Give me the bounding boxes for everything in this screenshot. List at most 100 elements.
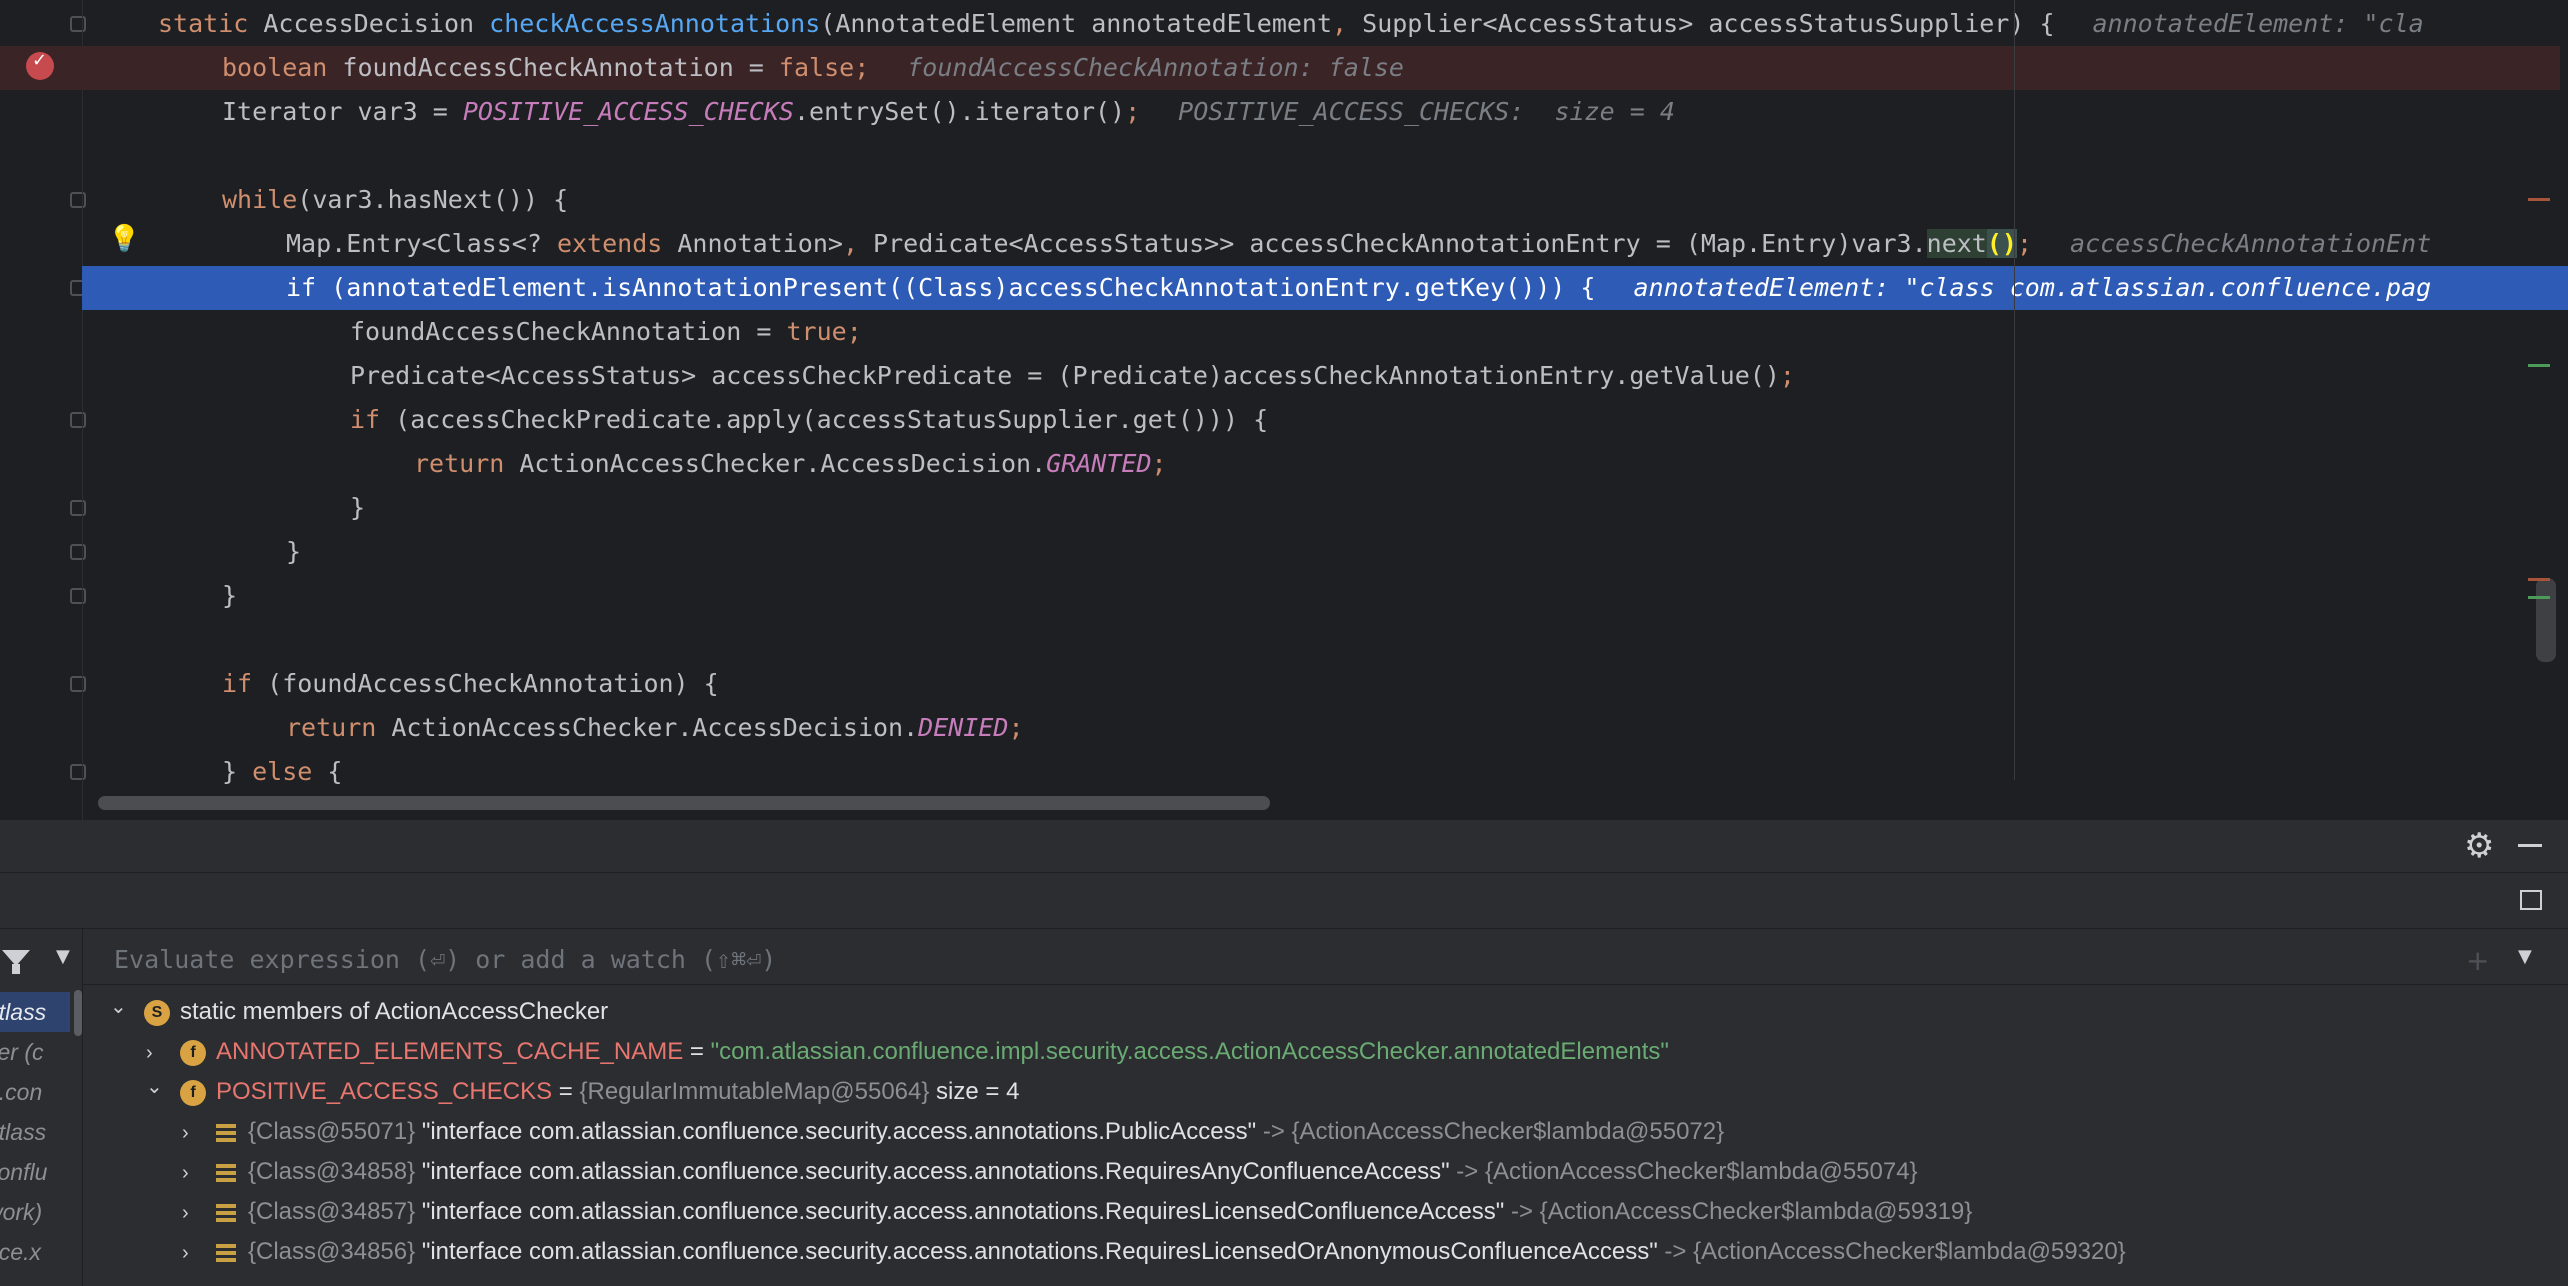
debug-toolbar bbox=[0, 872, 2568, 929]
code-line[interactable]: Iterator var3 = POSITIVE_ACCESS_CHECKS.e… bbox=[0, 90, 2560, 134]
entry-value: {ActionAccessChecker$lambda@59320} bbox=[1693, 1238, 2126, 1265]
variable-value: "com.atlassian.confluence.impl.security.… bbox=[710, 1038, 1669, 1065]
code-line[interactable]: } bbox=[0, 530, 2560, 574]
code-line[interactable]: if (foundAccessCheckAnnotation) { bbox=[0, 662, 2560, 706]
variable-row[interactable]: › {Class@34858} "interface com.atlassian.… bbox=[182, 1152, 1918, 1192]
entry-key: "interface com.atlassian.confluence.secu… bbox=[421, 1118, 1257, 1145]
stack-frame-item[interactable]: conflu bbox=[0, 1152, 70, 1192]
right-margin-guide bbox=[2014, 0, 2015, 780]
entry-key: "interface com.atlassian.confluence.secu… bbox=[421, 1198, 1505, 1225]
code-token: false bbox=[778, 53, 855, 82]
scroll-marker-warning[interactable] bbox=[2528, 198, 2550, 201]
code-area[interactable]: static AccessDecision checkAccessAnnotat… bbox=[0, 0, 2568, 786]
code-text: } bbox=[350, 486, 365, 530]
code-line-current-execution[interactable]: if (annotatedElement.isAnnotationPresent… bbox=[82, 266, 2568, 310]
code-line[interactable]: Map.Entry<Class<? extends Annotation>, P… bbox=[0, 222, 2560, 266]
code-token: return bbox=[286, 713, 392, 742]
scroll-marker-change[interactable] bbox=[2528, 596, 2550, 599]
stack-frame-item[interactable]: atlass bbox=[0, 992, 70, 1032]
stack-frame-item[interactable]: work) bbox=[0, 1192, 70, 1232]
vertical-scroll-thumb[interactable] bbox=[2536, 578, 2556, 662]
chevron-down-icon[interactable]: ⌄ bbox=[146, 1067, 180, 1107]
variable-row[interactable]: › f ANNOTATED_ELEMENTS_CACHE_NAME = "com.a… bbox=[146, 1032, 1669, 1072]
chevron-right-icon[interactable]: › bbox=[182, 1233, 216, 1273]
evaluate-expression-input[interactable] bbox=[96, 934, 2512, 984]
variable-row[interactable]: ⌄ f POSITIVE_ACCESS_CHECKS = {RegularImmut… bbox=[146, 1072, 1019, 1112]
code-line[interactable]: } bbox=[0, 486, 2560, 530]
minimize-icon[interactable] bbox=[2518, 844, 2542, 847]
field-icon: f bbox=[180, 1079, 206, 1106]
code-text: while(var3.hasNext()) { bbox=[222, 178, 568, 222]
tool-window-header bbox=[0, 820, 2568, 873]
chevron-right-icon[interactable]: › bbox=[182, 1113, 216, 1153]
code-token: (var3.hasNext()) { bbox=[297, 185, 569, 214]
code-line[interactable]: Predicate<AccessStatus> accessCheckPredi… bbox=[0, 354, 2560, 398]
code-token: ; bbox=[1779, 361, 1795, 390]
inline-debug-value: annotatedElement: "class com.atlassian.c… bbox=[1633, 273, 2432, 302]
code-token: return bbox=[414, 449, 520, 478]
code-token: ActionAccessChecker.AccessDecision. bbox=[391, 713, 919, 742]
chevron-right-icon[interactable]: › bbox=[182, 1193, 216, 1233]
breakpoint-icon[interactable] bbox=[26, 50, 54, 80]
static-members-icon: S bbox=[144, 999, 170, 1026]
code-line[interactable]: while(var3.hasNext()) { bbox=[0, 178, 2560, 222]
code-token: ActionAccessChecker.AccessDecision. bbox=[519, 449, 1047, 478]
entry-key: "interface com.atlassian.confluence.secu… bbox=[421, 1238, 1658, 1265]
inline-debug-value: annotatedElement: "cla bbox=[2092, 9, 2424, 38]
chevron-down-icon[interactable]: ▼ bbox=[2518, 946, 2532, 967]
code-token: DENIED bbox=[918, 713, 1009, 742]
entry-key-id: {Class@55071} bbox=[248, 1118, 422, 1145]
chevron-right-icon[interactable]: › bbox=[182, 1153, 216, 1193]
entry-key-id: {Class@34858} bbox=[248, 1158, 422, 1185]
code-token: (accessCheckPredicate.apply(accessStatus… bbox=[395, 405, 1269, 434]
inline-debug-value: accessCheckAnnotationEnt bbox=[2070, 229, 2432, 258]
code-text: return ActionAccessChecker.AccessDecisio… bbox=[414, 442, 1167, 486]
code-line[interactable]: boolean foundAccessCheckAnnotation = fal… bbox=[0, 46, 2560, 90]
chevron-down-icon[interactable]: ⌄ bbox=[110, 987, 144, 1027]
code-line[interactable] bbox=[0, 134, 2560, 178]
variable-row[interactable]: › {Class@55071} "interface com.atlassian.… bbox=[182, 1112, 1724, 1152]
code-line[interactable]: } bbox=[0, 574, 2560, 618]
code-line[interactable]: foundAccessCheckAnnotation = true; bbox=[0, 310, 2560, 354]
filter-icon[interactable] bbox=[2, 950, 30, 974]
add-watch-icon[interactable]: + bbox=[2466, 944, 2489, 977]
code-token: } bbox=[350, 493, 366, 522]
code-token: foundAccessCheckAnnotation = bbox=[350, 317, 787, 346]
stack-frame-item[interactable]: atlass bbox=[0, 1112, 70, 1152]
scroll-marker-change[interactable] bbox=[2528, 364, 2550, 367]
code-token: POSITIVE_ACCESS_CHECKS bbox=[462, 97, 794, 126]
code-text: if (annotatedElement.isAnnotationPresent… bbox=[286, 266, 2431, 310]
code-token: true; bbox=[786, 317, 862, 346]
code-line[interactable]: if (accessCheckPredicate.apply(accessSta… bbox=[0, 398, 2560, 442]
stack-frame-item[interactable]: n.con bbox=[0, 1072, 70, 1112]
gear-icon[interactable]: ⚙ bbox=[2464, 829, 2494, 863]
code-line[interactable]: return ActionAccessChecker.AccessDecisio… bbox=[0, 706, 2560, 750]
equals-sign: = bbox=[552, 1078, 580, 1105]
variable-value: {RegularImmutableMap@55064} bbox=[579, 1078, 930, 1105]
horizontal-scroll-thumb[interactable] bbox=[98, 796, 1270, 810]
code-line[interactable]: static AccessDecision checkAccessAnnotat… bbox=[0, 2, 2560, 46]
code-text: if (accessCheckPredicate.apply(accessSta… bbox=[350, 398, 1268, 442]
frames-scroll-thumb[interactable] bbox=[74, 990, 82, 1036]
code-token: ; bbox=[854, 53, 870, 82]
inline-debug-value: foundAccessCheckAnnotation: false bbox=[907, 53, 1404, 82]
lightbulb-icon[interactable]: 💡 bbox=[108, 224, 140, 254]
entry-arrow: -> bbox=[1504, 1198, 1540, 1225]
scroll-marker-warning[interactable] bbox=[2528, 578, 2550, 581]
code-token: (foundAccessCheckAnnotation) { bbox=[267, 669, 719, 698]
code-line[interactable]: } else { bbox=[0, 750, 2560, 794]
layout-icon[interactable] bbox=[2520, 890, 2542, 910]
chevron-down-icon[interactable]: ▼ bbox=[56, 946, 70, 967]
variable-row[interactable]: › {Class@34857} "interface com.atlassian.… bbox=[182, 1192, 1972, 1232]
code-line[interactable]: return ActionAccessChecker.AccessDecisio… bbox=[0, 442, 2560, 486]
stack-frame-item[interactable]: nce.x bbox=[0, 1232, 70, 1272]
code-token: () bbox=[1986, 229, 2017, 258]
variable-row[interactable]: ⌄ Sstatic members of ActionAccessChecker bbox=[110, 992, 608, 1032]
variable-row[interactable]: › {Class@34856} "interface com.atlassian.… bbox=[182, 1232, 2126, 1272]
code-token: static bbox=[158, 9, 264, 38]
code-token: Predicate<AccessStatus>> accessCheckAnno… bbox=[873, 229, 1927, 258]
code-editor[interactable]: static AccessDecision checkAccessAnnotat… bbox=[0, 0, 2568, 820]
stack-frame-item[interactable]: ker (c bbox=[0, 1032, 70, 1072]
code-token: (annotatedElement.isAnnotationPresent((C… bbox=[331, 273, 1596, 302]
code-line[interactable] bbox=[0, 618, 2560, 662]
